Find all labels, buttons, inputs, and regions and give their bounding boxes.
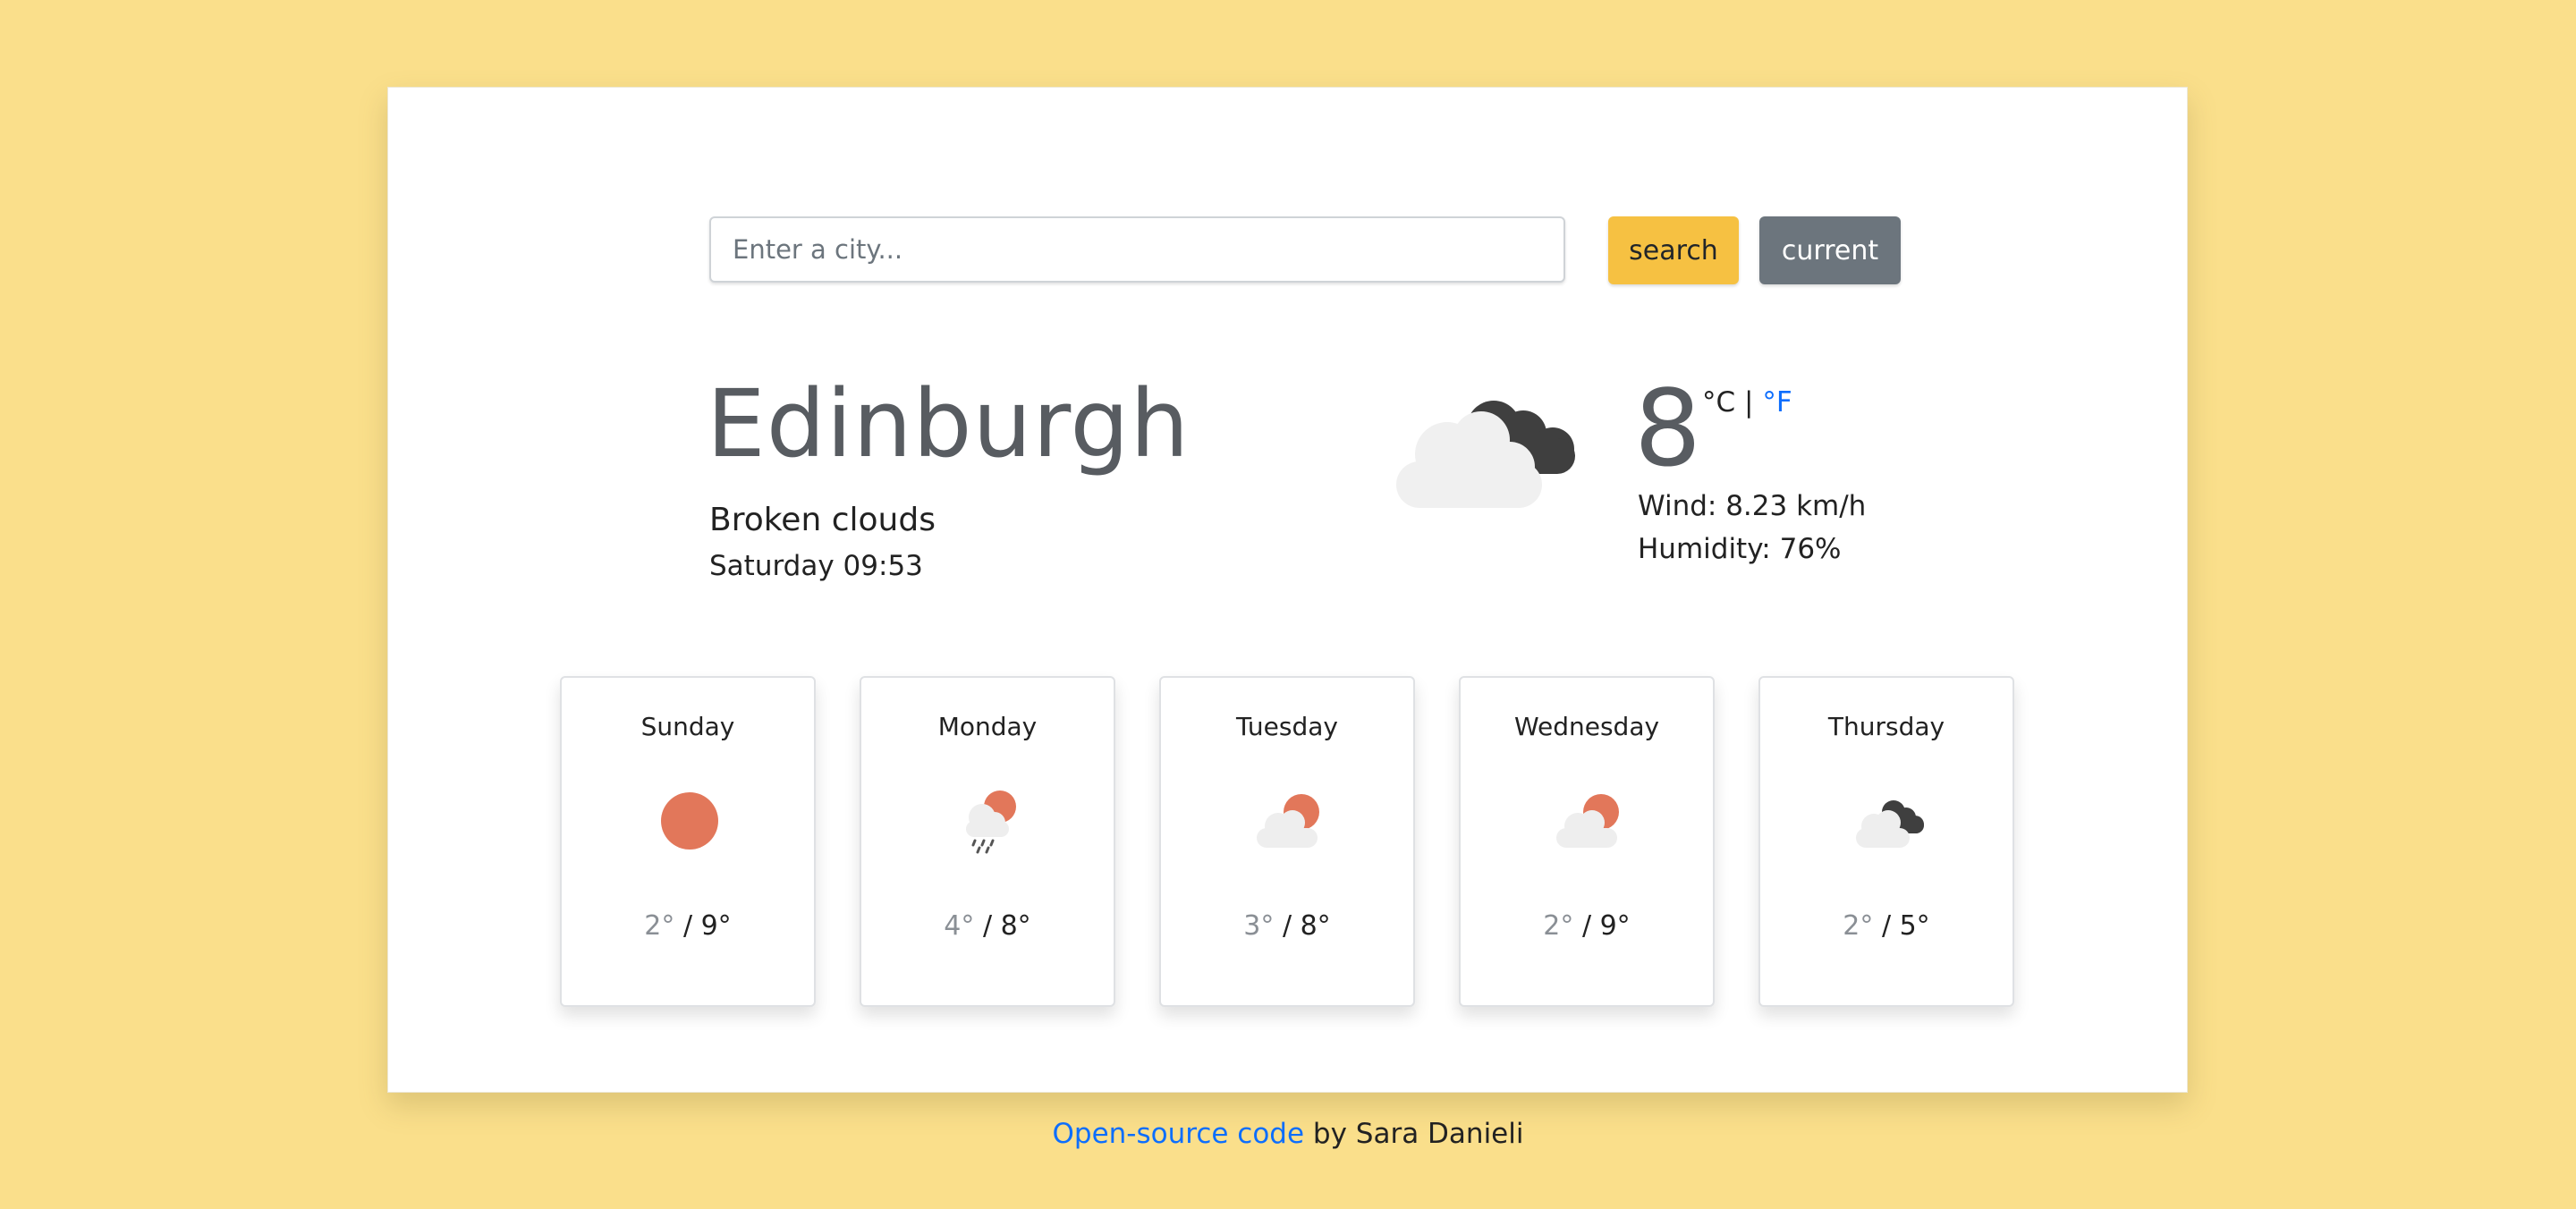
forecast-min: 2° [1843,910,1874,942]
forecast-temps: 4° / 8° [861,910,1114,942]
forecast-sep: / [1581,910,1592,942]
date-time: Saturday 09:53 [709,550,923,582]
forecast-min: 2° [644,910,675,942]
forecast-min: 4° [944,910,975,942]
cloud-sun-icon [1556,794,1619,848]
forecast-temps: 2° / 9° [1461,910,1713,942]
forecast-max: 8° [1000,910,1031,942]
sun-icon [661,792,718,850]
forecast-temps: 3° / 8° [1161,910,1413,942]
forecast-day: Wednesday [1513,712,1660,741]
forecast-card-thursday: Thursday 2° / 5° [1758,676,2014,1007]
forecast-day: Monday [937,712,1038,741]
rain-sun-icon [966,790,1016,854]
forecast-card-wednesday: Wednesday 2° / 9° [1459,676,1715,1007]
broken-clouds-icon [1856,800,1924,848]
fahrenheit-link[interactable]: °F [1762,386,1792,418]
unit-separator: | [1744,386,1754,418]
search-button[interactable]: search [1608,216,1739,284]
forecast-temps: 2° / 9° [562,910,814,942]
temperature-units: °C | °F [1702,386,1792,418]
forecast-day: Tuesday [1236,712,1338,741]
forecast-max: 9° [1599,910,1631,942]
city-name: Edinburgh [707,369,1191,478]
forecast-max: 9° [700,910,732,942]
current-temperature: 8 [1634,367,1702,490]
forecast-max: 5° [1899,910,1930,942]
forecast-sep: / [1282,910,1292,942]
forecast-min: 2° [1543,910,1574,942]
forecast-temps: 2° / 5° [1760,910,2012,942]
forecast-card-sunday: Sunday 2° / 9° [560,676,816,1007]
forecast-card-tuesday: Tuesday 3° / 8° [1159,676,1415,1007]
forecast-day: Sunday [640,712,735,741]
footer: Open-source code by Sara Danieli [0,1118,2576,1150]
forecast-sep: / [682,910,693,942]
humidity: Humidity: 76% [1638,533,1842,565]
forecast-sep: / [982,910,993,942]
cloud-sun-icon [1257,794,1319,848]
wind-speed: Wind: 8.23 km/h [1638,490,1867,522]
forecast-min: 3° [1243,910,1275,942]
celsius-unit: °C [1702,386,1736,418]
source-code-link[interactable]: Open-source code [1053,1118,1305,1150]
forecast-card-monday: Monday 4° / 8° [860,676,1115,1007]
forecast-day: Thursday [1827,712,1945,741]
current-location-button[interactable]: current [1759,216,1901,284]
forecast-sep: / [1881,910,1892,942]
weather-description: Broken clouds [709,502,936,538]
forecast-max: 8° [1300,910,1331,942]
broken-clouds-icon [1396,401,1575,508]
search-input[interactable] [709,216,1565,283]
footer-author: by Sara Danieli [1304,1118,1524,1150]
